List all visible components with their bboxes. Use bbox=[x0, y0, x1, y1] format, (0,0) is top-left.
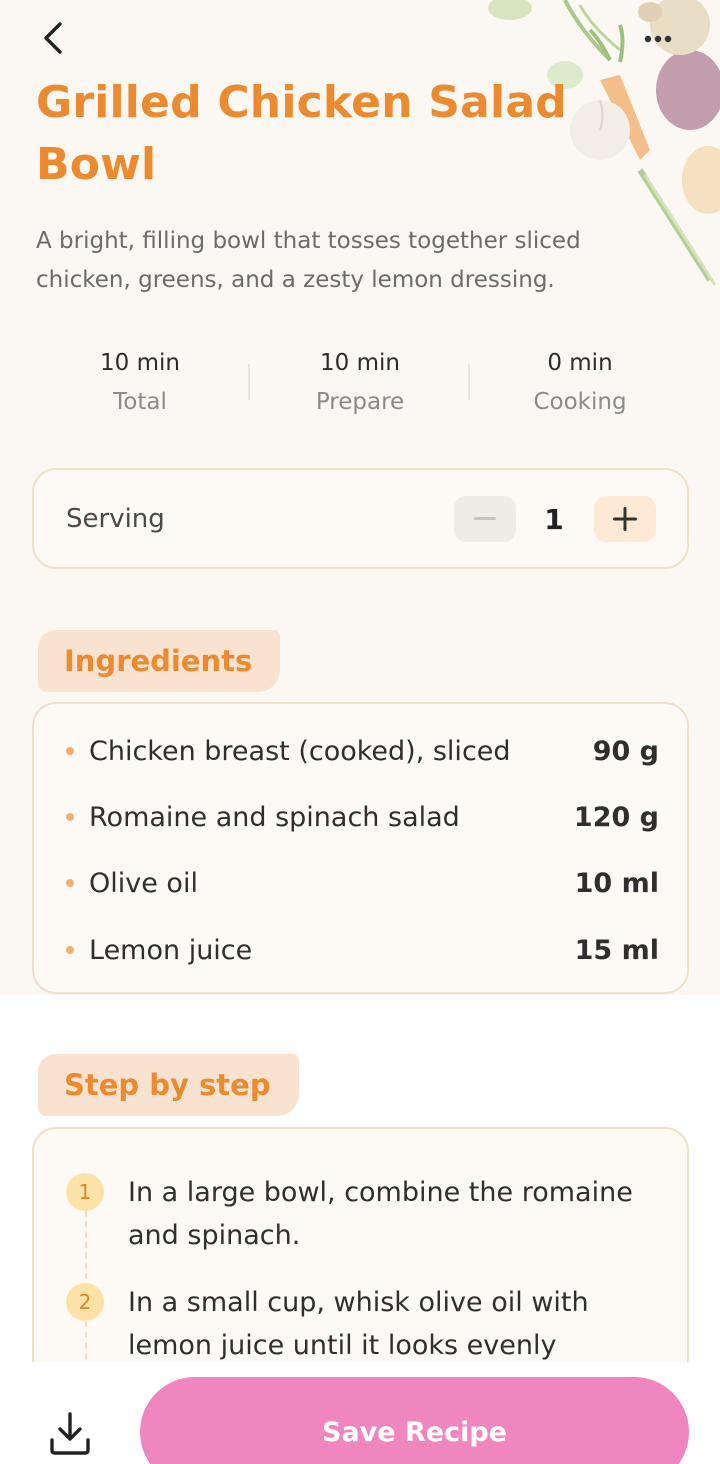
step-text: In a small cup, whisk olive oil with lem… bbox=[128, 1287, 589, 1361]
steps-viewport: 1 In a large bowl, combine the romaine a… bbox=[0, 1127, 720, 1362]
ingredient-row: Romaine and spinach salad 120 g bbox=[34, 798, 691, 838]
steps-heading: Step by step bbox=[38, 1054, 299, 1116]
stat-divider bbox=[468, 364, 470, 400]
step-text: In a large bowl, combine the romaine and… bbox=[128, 1177, 633, 1251]
plus-icon bbox=[613, 507, 637, 531]
ingredient-row: Lemon juice 15 ml bbox=[34, 931, 691, 971]
download-button[interactable] bbox=[46, 1410, 94, 1458]
ingredient-name: Olive oil bbox=[89, 868, 198, 899]
stat-total: 10 min Total bbox=[40, 346, 240, 424]
ingredient-row: Chicken breast (cooked), sliced 90 g bbox=[34, 732, 691, 772]
stat-total-value: 10 min bbox=[100, 350, 180, 376]
ingredient-name: Chicken breast (cooked), sliced bbox=[89, 736, 511, 767]
serving-count: 1 bbox=[544, 503, 564, 536]
bullet-icon bbox=[66, 813, 74, 821]
stat-prepare-value: 10 min bbox=[320, 350, 400, 376]
stat-cooking-value: 0 min bbox=[547, 350, 613, 376]
decrease-serving-button[interactable] bbox=[454, 496, 516, 542]
ingredient-name: Lemon juice bbox=[89, 935, 253, 966]
ingredient-amount: 10 ml bbox=[574, 868, 659, 899]
stat-divider bbox=[248, 364, 250, 400]
bullet-icon bbox=[66, 879, 74, 887]
stat-prepare-label: Prepare bbox=[315, 389, 405, 415]
stat-prepare: 10 min Prepare bbox=[260, 346, 460, 424]
serving-card: Serving 1 bbox=[32, 468, 689, 569]
stat-cooking-label: Cooking bbox=[533, 389, 627, 415]
ingredients-heading: Ingredients bbox=[38, 630, 281, 692]
ingredients-card: Chicken breast (cooked), sliced 90 g Rom… bbox=[32, 702, 689, 994]
steps-card: 1 In a large bowl, combine the romaine a… bbox=[32, 1127, 689, 1362]
back-button[interactable] bbox=[34, 18, 74, 58]
increase-serving-button[interactable] bbox=[594, 496, 656, 542]
ingredient-row: Olive oil 10 ml bbox=[34, 864, 691, 904]
stat-total-label: Total bbox=[113, 389, 167, 415]
ingredient-amount: 15 ml bbox=[574, 935, 659, 966]
step-connector bbox=[85, 1211, 87, 1279]
save-recipe-button[interactable]: Save Recipe bbox=[140, 1377, 689, 1464]
stat-cooking: 0 min Cooking bbox=[480, 346, 680, 424]
ingredient-amount: 120 g bbox=[573, 802, 659, 833]
ingredient-name: Romaine and spinach salad bbox=[89, 802, 460, 833]
step-number-badge: 1 bbox=[66, 1173, 104, 1211]
step-number-badge: 2 bbox=[66, 1283, 104, 1321]
recipe-title: Grilled Chicken Salad Bowl bbox=[36, 77, 567, 190]
bullet-icon bbox=[66, 747, 74, 755]
recipe-detail-screen: Grilled Chicken Salad Bowl A bright, fil… bbox=[0, 0, 720, 1464]
serving-label: Serving bbox=[66, 504, 165, 534]
minus-icon bbox=[474, 517, 496, 520]
ingredient-amount: 90 g bbox=[592, 736, 659, 767]
more-options-button[interactable] bbox=[636, 24, 680, 54]
download-icon bbox=[50, 1412, 90, 1455]
recipe-description: A bright, filling bowl that tosses toget… bbox=[36, 228, 581, 293]
bullet-icon bbox=[66, 946, 74, 954]
step-connector bbox=[85, 1321, 87, 1362]
